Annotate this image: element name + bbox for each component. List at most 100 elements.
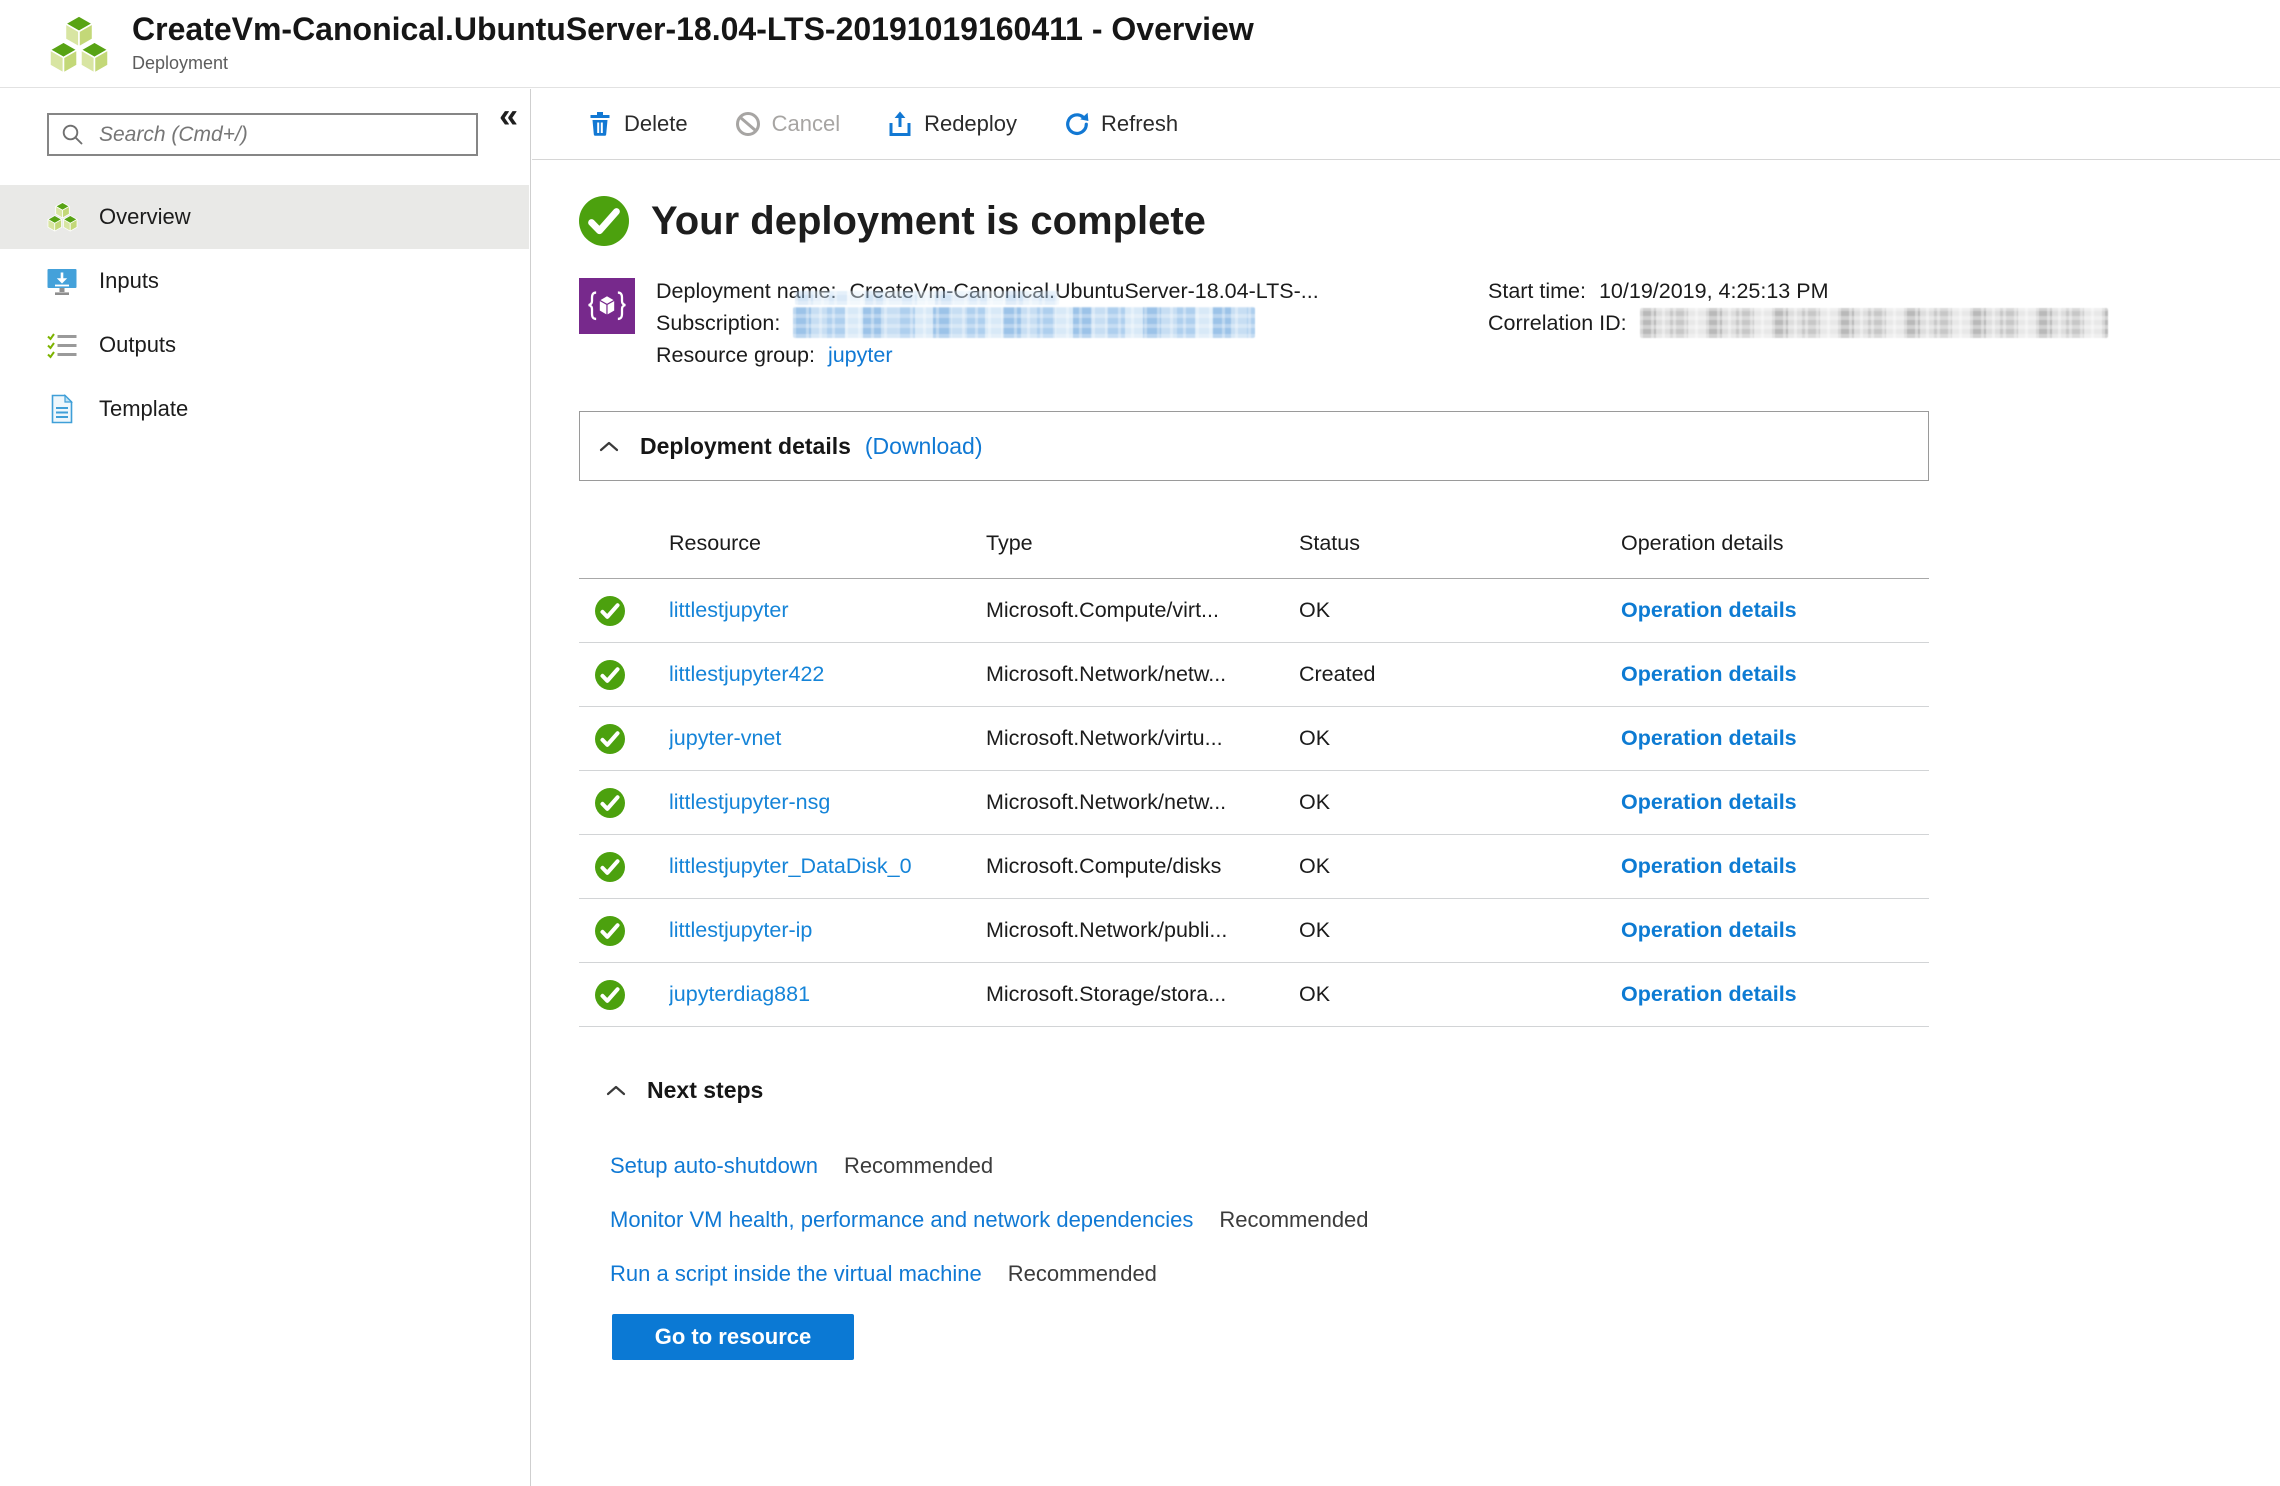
recommended-badge: Recommended: [1007, 1261, 1157, 1286]
operation-details-link[interactable]: Operation details: [1621, 598, 1797, 622]
resource-link[interactable]: littlestjupyter: [669, 598, 789, 622]
column-header-type: Type: [986, 531, 1033, 555]
sidebar-item-overview[interactable]: Overview: [0, 185, 529, 249]
operation-details-link[interactable]: Operation details: [1621, 854, 1797, 878]
resource-status: OK: [1299, 918, 1331, 942]
table-row: littlestjupyter-ip Microsoft.Network/pub…: [579, 899, 1929, 963]
resource-type: Microsoft.Network/publi...: [986, 918, 1228, 942]
resource-link[interactable]: littlestjupyter_DataDisk_0: [669, 854, 912, 878]
recommended-badge: Recommended: [1219, 1207, 1369, 1232]
search-icon: [62, 124, 83, 144]
chevron-up-icon: [606, 1085, 626, 1096]
resources-table: Resource Type Status Operation details l…: [579, 509, 1929, 1027]
run-script-link[interactable]: Run a script inside the virtual machine: [610, 1260, 982, 1288]
next-step-item: Setup auto-shutdown Recommended: [610, 1152, 1929, 1180]
resource-link[interactable]: littlestjupyter-nsg: [669, 790, 830, 814]
refresh-icon: [1066, 112, 1089, 136]
refresh-button[interactable]: Refresh: [1064, 111, 1178, 137]
delete-button[interactable]: Delete: [587, 111, 688, 137]
resource-group-link[interactable]: jupyter: [828, 343, 893, 367]
outputs-checklist-icon: [46, 329, 78, 361]
collapse-sidebar-icon[interactable]: «: [499, 99, 518, 133]
subscription-label: Subscription:: [656, 311, 781, 335]
monitor-vm-health-link[interactable]: Monitor VM health, performance and netwo…: [610, 1206, 1193, 1234]
operation-details-link[interactable]: Operation details: [1621, 726, 1797, 750]
resource-link[interactable]: jupyterdiag881: [669, 982, 810, 1006]
template-document-icon: [46, 393, 78, 425]
column-header-resource: Resource: [669, 531, 762, 555]
operation-details-link[interactable]: Operation details: [1621, 982, 1797, 1006]
resource-status: Created: [1299, 662, 1376, 686]
next-step-item: Run a script inside the virtual machine …: [610, 1260, 1929, 1288]
success-check-icon: [595, 852, 625, 882]
table-row: jupyter-vnet Microsoft.Network/virtu... …: [579, 707, 1929, 771]
resource-link[interactable]: jupyter-vnet: [669, 726, 781, 750]
resource-type: Microsoft.Network/virtu...: [986, 726, 1223, 750]
cancel-button[interactable]: Cancel: [735, 111, 840, 137]
deployment-info: Deployment name: CreateVm-Canonical.Ubunt…: [579, 275, 2108, 379]
toolbar-button-label: Redeploy: [924, 111, 1018, 136]
arm-template-icon: [579, 278, 635, 334]
table-row: littlestjupyter422 Microsoft.Network/net…: [579, 643, 1929, 707]
resource-type: Microsoft.Storage/stora...: [986, 982, 1227, 1006]
chevron-up-icon: [599, 441, 619, 452]
sidebar-item-inputs[interactable]: Inputs: [0, 249, 529, 313]
next-steps-list: Setup auto-shutdown Recommended Monitor …: [579, 1152, 1929, 1288]
setup-auto-shutdown-link[interactable]: Setup auto-shutdown: [610, 1152, 818, 1180]
go-to-resource-button[interactable]: Go to resource: [612, 1314, 854, 1360]
deployment-status-heading: Your deployment is complete: [651, 198, 1206, 243]
resource-type: Microsoft.Compute/virt...: [986, 598, 1219, 622]
resource-link[interactable]: littlestjupyter422: [669, 662, 824, 686]
download-link[interactable]: (Download): [865, 433, 983, 460]
resource-type: Microsoft.Network/netw...: [986, 790, 1227, 814]
sidebar-item-outputs[interactable]: Outputs: [0, 313, 529, 377]
page-header: CreateVm-Canonical.UbuntuServer-18.04-LT…: [0, 0, 2280, 88]
correlation-id-redacted-value: [1639, 308, 2108, 338]
resource-group-label: Resource group:: [656, 343, 815, 367]
next-steps-title: Next steps: [647, 1077, 764, 1103]
success-check-icon: [595, 660, 625, 690]
trash-icon: [590, 112, 610, 136]
search-input[interactable]: [99, 122, 466, 147]
success-check-icon: [595, 980, 625, 1010]
table-row: jupyterdiag881 Microsoft.Storage/stora..…: [579, 963, 1929, 1027]
success-check-icon: [595, 916, 625, 946]
sidebar-item-label: Outputs: [99, 332, 177, 357]
resource-type: Microsoft.Compute/disks: [986, 854, 1222, 878]
sidebar-item-label: Overview: [99, 204, 191, 229]
next-steps-toggle[interactable]: Next steps: [579, 1077, 1929, 1104]
cancel-icon: [735, 112, 760, 136]
table-row: littlestjupyter Microsoft.Compute/virt..…: [579, 579, 1929, 643]
operation-details-link[interactable]: Operation details: [1621, 790, 1797, 814]
correlation-id-label: Correlation ID:: [1488, 311, 1627, 335]
content-pane: Delete Cancel Redeploy Refresh Your depl…: [532, 89, 2280, 1486]
page-subtitle: Deployment: [132, 52, 229, 73]
operation-details-link[interactable]: Operation details: [1621, 662, 1797, 686]
toolbar-button-label: Delete: [624, 111, 688, 136]
toolbar-button-label: Refresh: [1101, 111, 1179, 136]
operation-details-link[interactable]: Operation details: [1621, 918, 1797, 942]
resource-status: OK: [1299, 790, 1331, 814]
table-row: littlestjupyter-nsg Microsoft.Network/ne…: [579, 771, 1929, 835]
overview-main: Your deployment is complete Deployment n…: [532, 160, 2108, 1360]
resource-link[interactable]: littlestjupyter-ip: [669, 918, 812, 942]
table-header-row: Resource Type Status Operation details: [579, 509, 1929, 579]
redeploy-icon: [889, 111, 911, 136]
table-row: littlestjupyter_DataDisk_0 Microsoft.Com…: [579, 835, 1929, 899]
sidebar-item-template[interactable]: Template: [0, 377, 529, 441]
next-step-item: Monitor VM health, performance and netwo…: [610, 1206, 1929, 1234]
resource-status: OK: [1299, 982, 1331, 1006]
redeploy-button[interactable]: Redeploy: [887, 111, 1017, 137]
start-time-label: Start time:: [1488, 279, 1586, 303]
resource-status: OK: [1299, 854, 1331, 878]
recommended-badge: Recommended: [843, 1153, 994, 1178]
sidebar-item-label: Template: [99, 396, 189, 421]
sidebar-search-box[interactable]: [47, 113, 478, 156]
deployment-details-title: Deployment details: [640, 432, 851, 459]
toolbar-button-label: Cancel: [771, 111, 841, 136]
page-title: CreateVm-Canonical.UbuntuServer-18.04-LT…: [132, 11, 1254, 47]
deployment-details-toggle[interactable]: Deployment details (Download): [579, 411, 1929, 481]
command-bar: Delete Cancel Redeploy Refresh: [532, 89, 2280, 160]
success-check-icon: [595, 788, 625, 818]
success-check-icon: [595, 724, 625, 754]
